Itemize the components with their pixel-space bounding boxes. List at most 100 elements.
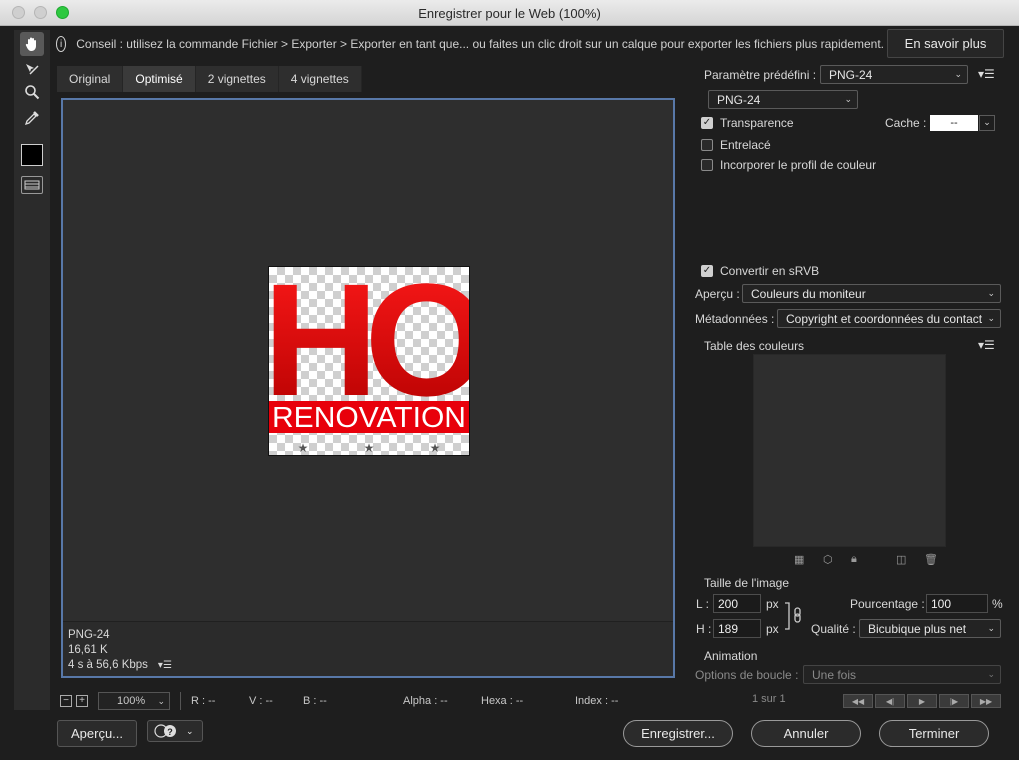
magnifier-icon [25, 85, 40, 100]
color-table-menu-icon[interactable]: ▾☰ [978, 338, 995, 352]
hand-icon [25, 37, 36, 51]
svg-text:★: ★ [298, 441, 309, 455]
matte-color-swatch[interactable]: -- [930, 115, 978, 131]
first-frame-icon: ◀◀ [851, 696, 865, 706]
embed-profile-checkbox[interactable] [701, 159, 713, 171]
preview-mode-select[interactable]: Couleurs du moniteur ⌄ [742, 284, 1001, 303]
status-bar: − + 100% ⌄ R : -- V : -- B : -- Alpha : … [60, 690, 680, 712]
logo-text: RENOVATION [272, 402, 466, 434]
percent-input[interactable]: 100 [926, 594, 988, 613]
loop-options-select[interactable]: Une fois ⌄ [803, 665, 1001, 684]
play-button[interactable]: ▶ [907, 694, 937, 708]
download-speed-menu-icon[interactable]: ▾☰ [158, 658, 172, 673]
last-frame-button[interactable]: ▶▶ [971, 694, 1001, 708]
preview-image[interactable]: HO RENOVATION ★ ★ ★ [268, 266, 470, 456]
preview-size: 16,61 K [68, 644, 108, 656]
tab-2-up[interactable]: 2 vignettes [195, 66, 279, 92]
chevron-down-icon: ⌄ [987, 669, 995, 679]
height-input[interactable]: 189 [713, 619, 761, 638]
toggle-slices-button[interactable] [21, 176, 43, 194]
preset-value: PNG-24 [829, 67, 873, 82]
width-input[interactable]: 200 [713, 594, 761, 613]
slice-select-tool[interactable] [20, 58, 44, 82]
first-frame-button[interactable]: ◀◀ [843, 694, 873, 708]
convert-srgb-checkbox[interactable]: ✓ [701, 265, 713, 277]
quality-select[interactable]: Bicubique plus net ⌄ [859, 619, 1001, 638]
zoom-out-button[interactable]: − [60, 695, 72, 707]
browser-select[interactable]: ? ⌄ [147, 720, 203, 742]
view-tabs: Original Optimisé 2 vignettes 4 vignette… [57, 66, 362, 92]
color-table-label: Table des couleurs [704, 339, 805, 353]
green-value: V : -- [249, 695, 273, 707]
transparency-label: Transparence [720, 116, 794, 130]
color-table[interactable] [753, 354, 946, 547]
width-label: L : [696, 597, 709, 611]
chevron-down-icon: ⌄ [844, 94, 852, 104]
zoom-level-select[interactable]: 100% ⌄ [98, 692, 170, 710]
embed-profile-label: Incorporer le profil de couleur [720, 158, 877, 172]
previous-frame-button[interactable]: ◀| [875, 694, 905, 708]
metadata-value: Copyright et coordonnées du contact [786, 311, 983, 326]
optimize-menu-icon[interactable]: ▾☰ [978, 67, 995, 81]
preset-select[interactable]: PNG-24 ⌄ [820, 65, 968, 84]
preview-in-browser-button[interactable]: Aperçu... [57, 720, 137, 747]
web-shift-icon[interactable]: ▦ [794, 553, 804, 566]
eyedropper-color-swatch[interactable] [21, 144, 43, 166]
blue-value: B : -- [303, 695, 327, 707]
preview-canvas[interactable]: HO RENOVATION ★ ★ ★ [63, 100, 673, 622]
next-frame-icon: |▶ [949, 696, 959, 706]
save-button[interactable]: Enregistrer... [623, 720, 733, 747]
trash-icon[interactable]: 🗑︎ [924, 553, 938, 566]
preset-label: Paramètre prédéfini : [704, 68, 817, 82]
constrain-link-icon[interactable] [784, 602, 806, 630]
alpha-value: Alpha : -- [403, 695, 448, 707]
tab-4-up[interactable]: 4 vignettes [278, 66, 362, 92]
tab-original[interactable]: Original [57, 66, 124, 92]
chevron-down-icon: ⌄ [987, 623, 995, 633]
logo-graphic: HO RENOVATION ★ ★ ★ [269, 267, 469, 455]
chevron-down-icon: ⌄ [987, 288, 995, 298]
width-unit: px [766, 597, 779, 611]
lock-icon[interactable]: 🔒︎ [851, 553, 857, 566]
eyedropper-icon [24, 111, 39, 126]
chevron-down-icon: ⌄ [983, 117, 991, 127]
chevron-down-icon: ⌄ [954, 69, 962, 79]
metadata-select[interactable]: Copyright et coordonnées du contact ⌄ [777, 309, 1001, 328]
index-value: Index : -- [575, 695, 619, 707]
interlaced-checkbox[interactable] [701, 139, 713, 151]
zoom-in-button[interactable]: + [76, 695, 88, 707]
transparency-checkbox[interactable]: ✓ [701, 117, 713, 129]
next-frame-button[interactable]: |▶ [939, 694, 969, 708]
title-bar: Enregistrer pour le Web (100%) [0, 0, 1019, 26]
convert-srgb-label: Convertir en sRVB [720, 264, 820, 278]
optimization-settings-panel: Paramètre prédéfini : PNG-24 ⌄ ▾☰ PNG-24… [690, 62, 1015, 712]
matte-dropdown[interactable]: ⌄ [979, 115, 995, 131]
chevron-down-icon: ⌄ [186, 725, 194, 736]
metadata-label: Métadonnées : [695, 312, 775, 326]
file-format-select[interactable]: PNG-24 ⌄ [708, 90, 858, 109]
optimized-preview-pane[interactable]: HO RENOVATION ★ ★ ★ PNG-24 16,61 K 4 s à… [61, 98, 675, 678]
frame-counter: 1 sur 1 [752, 693, 786, 705]
play-icon: ▶ [918, 696, 926, 706]
hand-tool[interactable] [20, 32, 44, 56]
window-title: Enregistrer pour le Web (100%) [418, 6, 601, 21]
browser-icon: ? [154, 724, 176, 738]
previous-frame-icon: ◀| [885, 696, 895, 706]
tab-optimized[interactable]: Optimisé [123, 66, 196, 92]
chevron-down-icon: ⌄ [157, 695, 165, 706]
eyedropper-tool[interactable] [20, 106, 44, 130]
zoom-tool[interactable] [20, 80, 44, 104]
file-format-value: PNG-24 [717, 92, 761, 107]
new-color-icon[interactable]: ◫ [896, 553, 906, 566]
learn-more-button[interactable]: En savoir plus [887, 29, 1004, 58]
loop-options-value: Une fois [812, 667, 857, 682]
cancel-button[interactable]: Annuler [751, 720, 861, 747]
svg-text:?: ? [167, 727, 173, 737]
height-unit: px [766, 622, 779, 636]
loop-options-label: Options de boucle : [695, 668, 799, 682]
percent-unit: % [992, 597, 1003, 611]
done-button[interactable]: Terminer [879, 720, 989, 747]
cube-icon[interactable]: ⬡ [823, 553, 833, 566]
chevron-down-icon: ⌄ [987, 313, 995, 323]
last-frame-icon: ▶▶ [979, 696, 993, 706]
